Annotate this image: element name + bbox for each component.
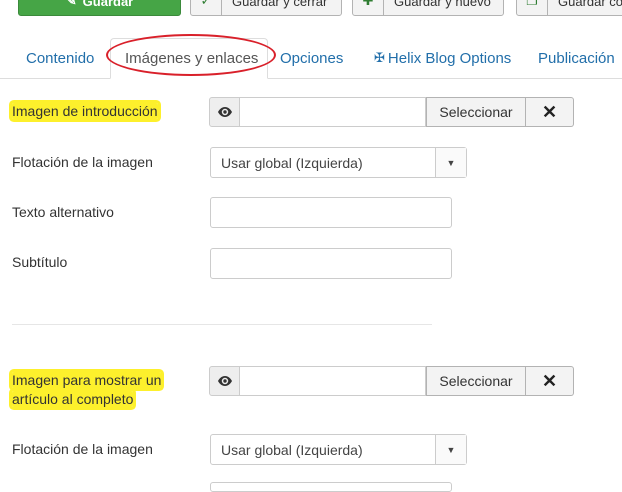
eye-icon[interactable]	[209, 97, 240, 127]
save-and-close-label: Guardar y cerrar	[232, 0, 328, 9]
section-divider	[12, 324, 432, 325]
chevron-down-icon: ▼	[435, 435, 466, 464]
intro-image-clear-button[interactable]: ✕	[526, 97, 574, 127]
full-float-label: Flotación de la imagen	[12, 441, 153, 457]
copy-icon: ❐	[517, 0, 548, 15]
next-field-input-partial[interactable]	[210, 482, 452, 492]
full-float-value: Usar global (Izquierda)	[221, 441, 363, 458]
tab-helix-label: Helix Blog Options	[387, 49, 512, 67]
save-icon: ✎	[65, 0, 77, 8]
x-icon: ✕	[541, 101, 558, 122]
intro-float-value: Usar global (Izquierda)	[221, 154, 363, 171]
tab-helix-blog-options[interactable]: ✠ Helix Blog Options	[374, 38, 511, 78]
plus-icon: ✚	[353, 0, 384, 15]
full-image-label: Imagen para mostrar un artículo al compl…	[12, 372, 162, 407]
full-image-clear-button[interactable]: ✕	[526, 366, 574, 396]
tab-contenido[interactable]: Contenido	[26, 38, 94, 78]
check-icon: ✓	[191, 0, 222, 15]
tab-imagenes-y-enlaces[interactable]: Imágenes y enlaces	[110, 38, 268, 79]
intro-image-path-input[interactable]	[240, 97, 426, 127]
chevron-down-icon: ▼	[435, 148, 466, 177]
intro-float-label: Flotación de la imagen	[12, 154, 153, 170]
intro-image-label: Imagen de introducción	[12, 103, 158, 119]
tab-publicacion[interactable]: Publicación	[538, 38, 615, 78]
intro-float-select[interactable]: Usar global (Izquierda) ▼	[210, 147, 467, 178]
full-image-path-input[interactable]	[240, 366, 426, 396]
caption-input[interactable]	[210, 248, 452, 279]
save-button[interactable]: ✎ Guardar	[18, 0, 181, 16]
full-image-select-button[interactable]: Seleccionar	[426, 366, 526, 396]
save-and-new-button[interactable]: ✚ Guardar y nuevo	[352, 0, 504, 16]
tab-opciones[interactable]: Opciones	[280, 38, 343, 78]
full-image-media-field: Seleccionar ✕	[209, 366, 574, 396]
full-float-select[interactable]: Usar global (Izquierda) ▼	[210, 434, 467, 465]
save-as-copy-button[interactable]: ❐ Guardar co	[516, 0, 622, 16]
alt-text-input[interactable]	[210, 197, 452, 228]
tab-bar: Contenido Imágenes y enlaces Opciones ✠ …	[0, 38, 622, 79]
alt-text-label: Texto alternativo	[12, 204, 114, 220]
joomla-icon: ✠	[374, 50, 385, 65]
save-as-copy-label: Guardar co	[558, 0, 622, 9]
eye-icon[interactable]	[209, 366, 240, 396]
save-and-new-label: Guardar y nuevo	[394, 0, 491, 9]
intro-image-media-field: Seleccionar ✕	[209, 97, 574, 127]
caption-label: Subtítulo	[12, 254, 68, 270]
intro-image-select-button[interactable]: Seleccionar	[426, 97, 526, 127]
save-and-close-button[interactable]: ✓ Guardar y cerrar	[190, 0, 342, 16]
save-label: Guardar	[82, 0, 134, 9]
x-icon: ✕	[541, 370, 558, 391]
